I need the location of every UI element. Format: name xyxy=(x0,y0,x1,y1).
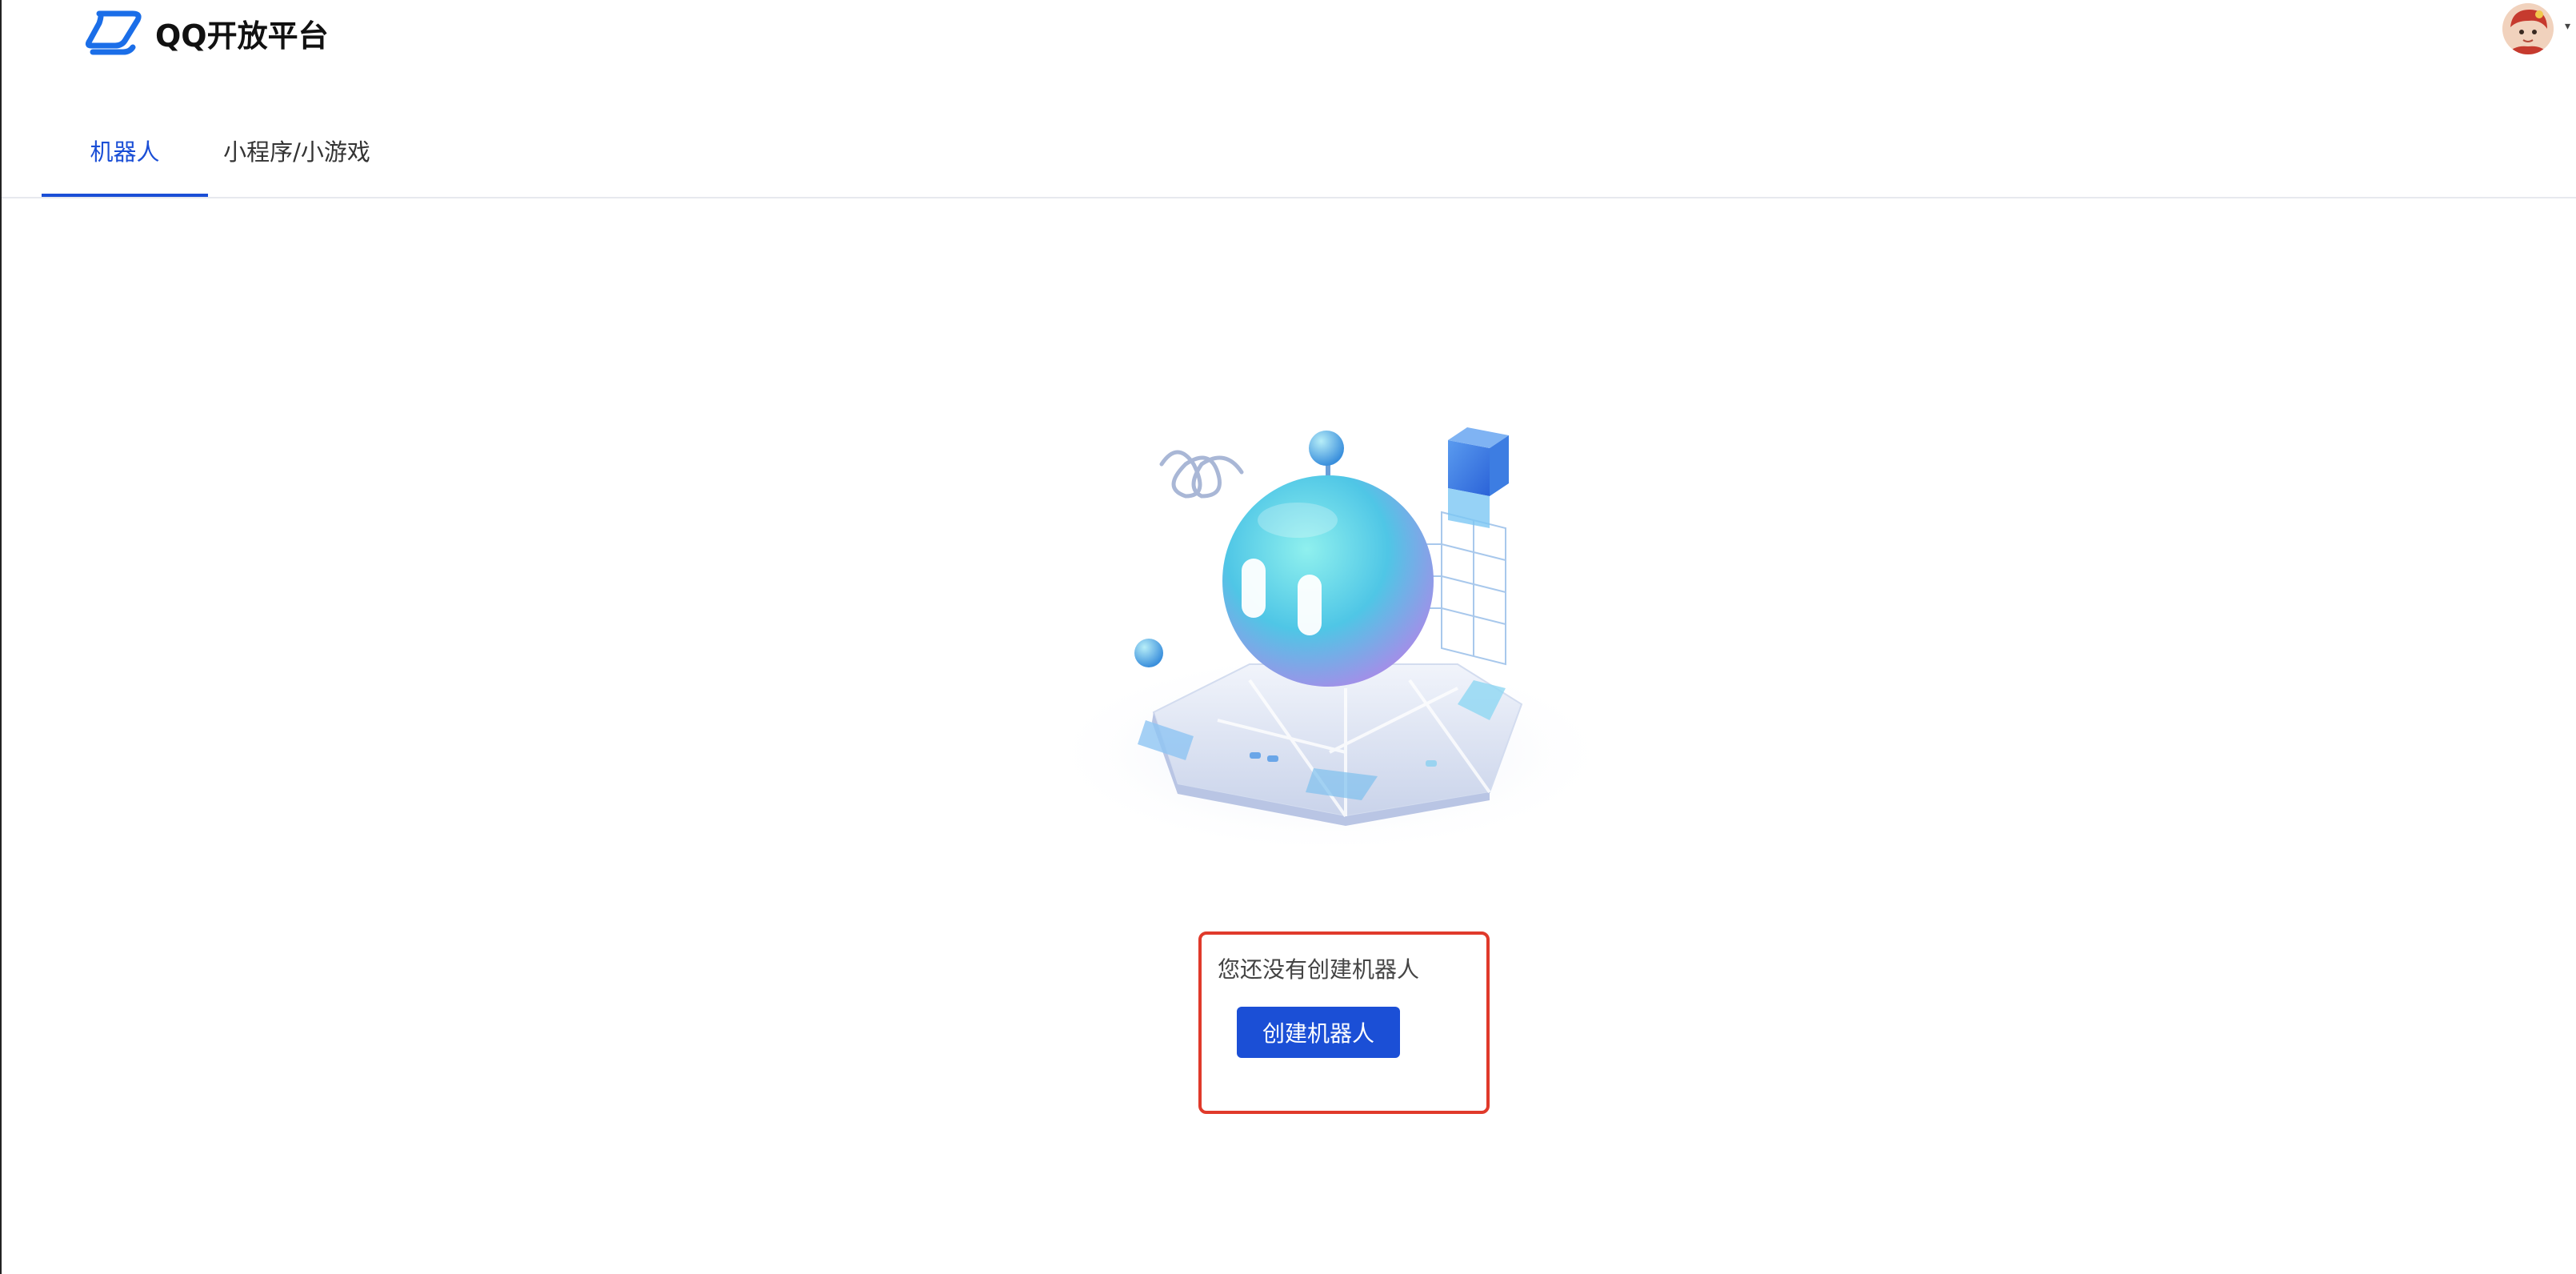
create-robot-button[interactable]: 创建机器人 xyxy=(1237,1007,1400,1058)
chevron-down-icon[interactable]: ▾ xyxy=(2565,21,2574,32)
tab-mini-program-label: 小程序/小游戏 xyxy=(223,138,370,166)
avatar[interactable] xyxy=(2502,3,2554,54)
empty-state-message: 您还没有创建机器人 xyxy=(1218,956,1420,983)
tab-bar: 机器人 小程序/小游戏 xyxy=(2,104,2576,198)
logo-text: QQ开放平台 xyxy=(155,18,329,54)
robot-illustration-icon xyxy=(1042,427,1618,856)
robot-illustration xyxy=(1010,416,1650,864)
active-tab-indicator xyxy=(42,194,208,197)
tab-robot[interactable]: 机器人 xyxy=(42,104,208,197)
tab-robot-label: 机器人 xyxy=(90,138,160,166)
logo[interactable]: QQ开放平台 xyxy=(85,5,329,61)
tab-mini-program[interactable]: 小程序/小游戏 xyxy=(208,104,386,197)
user-avatar-icon xyxy=(2502,3,2554,54)
qq-open-platform-logo-icon xyxy=(85,10,142,55)
page: QQ开放平台 ▾ 机器人 小程序/小游戏 您还没有创建机器人 创建机器人 xyxy=(0,0,2576,1274)
